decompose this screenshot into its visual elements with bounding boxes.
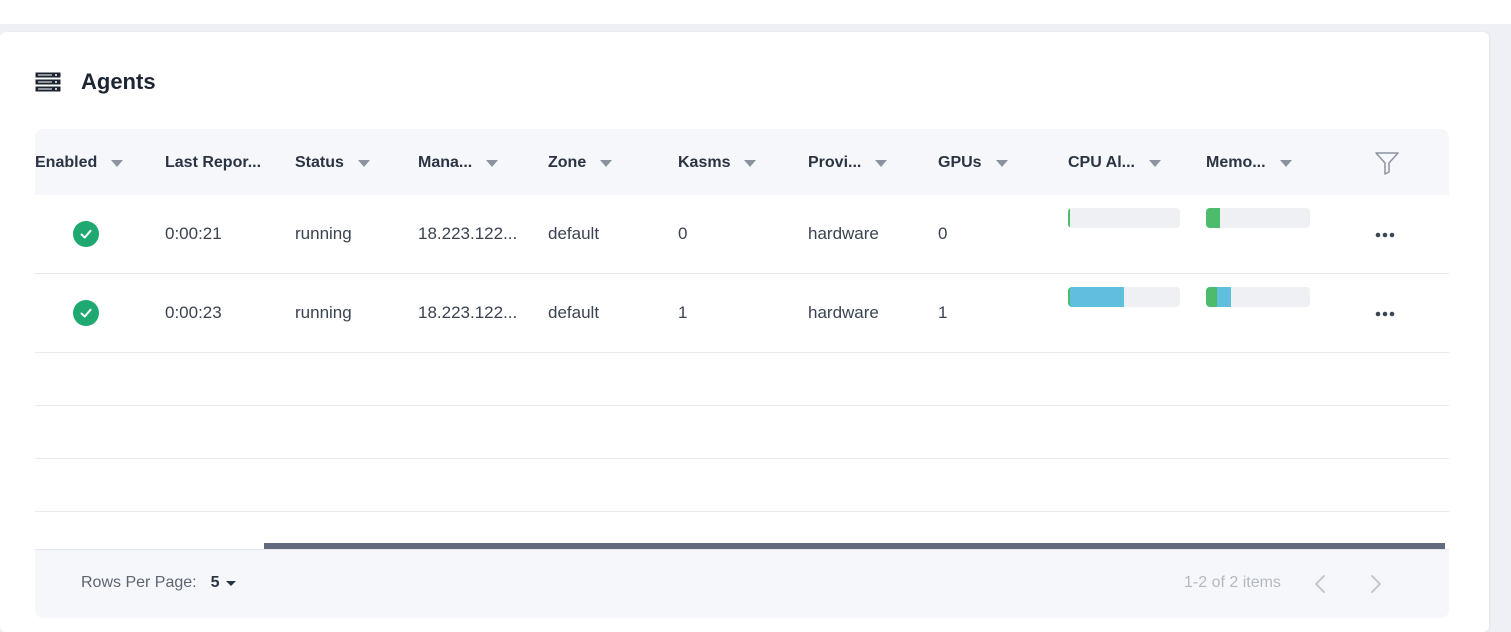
column-header-last-reported[interactable]: Last Repor... bbox=[165, 153, 261, 173]
cpu-allocation-bar bbox=[1068, 208, 1180, 228]
page-title: Agents bbox=[81, 69, 156, 94]
manager-cell: 18.223.122... bbox=[418, 224, 518, 243]
rows-per-page-label: Rows Per Page: bbox=[81, 574, 197, 591]
agents-table: Enabled Last Repor... Status Mana... Zon… bbox=[35, 129, 1449, 618]
column-header-kasms[interactable]: Kasms bbox=[678, 153, 757, 173]
column-header-manager[interactable]: Mana... bbox=[418, 153, 499, 173]
cpu-reserved-segment bbox=[1070, 287, 1124, 307]
sort-caret-icon[interactable] bbox=[744, 159, 757, 167]
memory-reserved-segment bbox=[1217, 287, 1231, 307]
chevron-right-icon[interactable] bbox=[1363, 572, 1387, 596]
enabled-cell bbox=[73, 195, 99, 273]
column-header-label: CPU Al... bbox=[1068, 154, 1135, 171]
cpu-used-segment bbox=[1068, 208, 1071, 228]
provider-cell: hardware bbox=[808, 303, 879, 322]
pagination-footer: Rows Per Page: 5 1-2 of 2 items bbox=[35, 550, 1449, 618]
table-row[interactable]: 0:00:21 running 18.223.122... default 0 … bbox=[35, 195, 1449, 274]
top-strip bbox=[0, 0, 1511, 24]
column-header-label: Provi... bbox=[808, 154, 862, 171]
sort-caret-icon[interactable] bbox=[357, 159, 370, 167]
gpus-cell: 0 bbox=[938, 224, 948, 243]
memory-used-segment bbox=[1206, 208, 1220, 228]
horizontal-scrollbar-thumb[interactable] bbox=[264, 543, 1445, 549]
column-header-label: Memo... bbox=[1206, 154, 1266, 171]
column-header-label: GPUs bbox=[938, 154, 982, 171]
column-header-provider[interactable]: Provi... bbox=[808, 153, 888, 173]
sort-caret-icon[interactable] bbox=[600, 159, 613, 167]
column-header-label: Last Repor... bbox=[165, 154, 262, 171]
column-header-zone[interactable]: Zone bbox=[548, 153, 613, 173]
column-header-memory-allocation[interactable]: Memo... bbox=[1206, 153, 1292, 173]
status-cell: running bbox=[295, 224, 352, 243]
more-horizontal-icon[interactable] bbox=[1373, 223, 1397, 247]
last-reported-cell: 0:00:23 bbox=[165, 303, 222, 322]
chevron-left-icon[interactable] bbox=[1309, 572, 1333, 596]
gpus-cell: 1 bbox=[938, 303, 948, 322]
kasms-cell: 0 bbox=[678, 224, 688, 243]
column-header-label: Kasms bbox=[678, 154, 731, 171]
last-reported-cell: 0:00:21 bbox=[165, 224, 222, 243]
rows-per-page-value: 5 bbox=[210, 574, 220, 591]
agents-card: Agents Enabled Last Repor... Status Mana… bbox=[0, 32, 1489, 632]
sort-caret-icon[interactable] bbox=[1148, 159, 1161, 167]
column-header-gpus[interactable]: GPUs bbox=[938, 153, 1008, 173]
sort-caret-icon[interactable] bbox=[486, 159, 499, 167]
column-header-label: Status bbox=[295, 154, 344, 171]
sort-caret-icon[interactable] bbox=[875, 159, 888, 167]
column-header-label: Zone bbox=[548, 154, 587, 171]
server-rack-icon bbox=[35, 72, 61, 92]
rows-per-page-select[interactable]: 5 bbox=[211, 574, 236, 592]
enabled-cell bbox=[73, 274, 99, 352]
status-cell: running bbox=[295, 303, 352, 322]
cpu-allocation-bar bbox=[1068, 287, 1180, 307]
table-header: Enabled Last Repor... Status Mana... Zon… bbox=[35, 129, 1449, 195]
zone-cell: default bbox=[548, 303, 600, 322]
column-header-label: Enabled bbox=[35, 154, 98, 171]
provider-cell: hardware bbox=[808, 224, 879, 243]
manager-cell: 18.223.122... bbox=[418, 303, 518, 322]
enabled-check-icon bbox=[73, 300, 99, 326]
empty-row bbox=[35, 459, 1449, 512]
empty-row bbox=[35, 353, 1449, 406]
caret-down-icon bbox=[225, 580, 236, 586]
sort-caret-icon[interactable] bbox=[111, 159, 124, 167]
column-header-enabled[interactable]: Enabled bbox=[35, 153, 124, 173]
more-horizontal-icon[interactable] bbox=[1373, 302, 1397, 326]
memory-used-segment bbox=[1206, 287, 1218, 307]
column-header-status[interactable]: Status bbox=[295, 153, 370, 173]
sort-caret-icon[interactable] bbox=[1279, 159, 1292, 167]
zone-cell: default bbox=[548, 224, 600, 243]
memory-allocation-bar bbox=[1206, 208, 1310, 228]
filter-funnel-icon[interactable] bbox=[1374, 150, 1400, 176]
enabled-check-icon bbox=[73, 221, 99, 247]
empty-row bbox=[35, 406, 1449, 459]
kasms-cell: 1 bbox=[678, 303, 688, 322]
memory-allocation-bar bbox=[1206, 287, 1310, 307]
table-row[interactable]: 0:00:23 running 18.223.122... default 1 … bbox=[35, 274, 1449, 353]
items-count: 1-2 of 2 items bbox=[1184, 574, 1281, 591]
sort-caret-icon[interactable] bbox=[995, 159, 1008, 167]
card-header: Agents bbox=[35, 69, 156, 94]
rows-per-page: Rows Per Page: 5 bbox=[81, 574, 236, 592]
column-header-cpu-allocation[interactable]: CPU Al... bbox=[1068, 153, 1161, 173]
column-header-label: Mana... bbox=[418, 154, 473, 171]
